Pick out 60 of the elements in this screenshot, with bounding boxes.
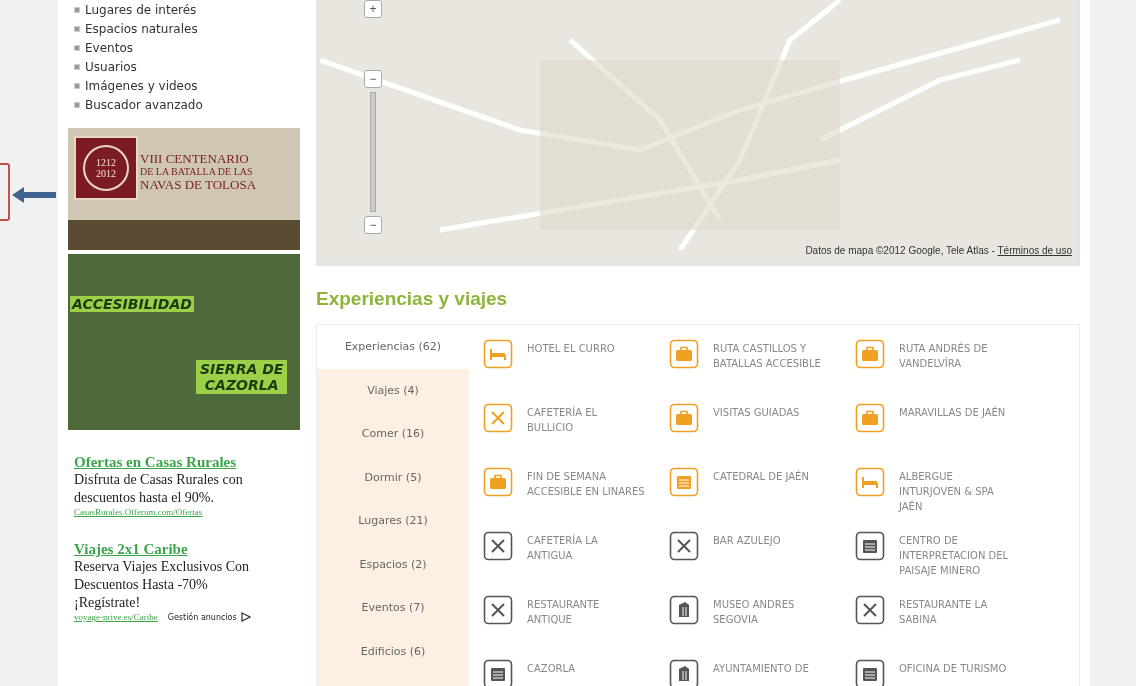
ad-choices-link[interactable]: Gestión anuncios bbox=[167, 612, 251, 622]
banner-image[interactable]: 1212 2012 VIII CENTENARIO DE LA BATALLA DE LAS NAVAS DE TOLOSA bbox=[68, 128, 300, 250]
banner-title: VIII CENTENARIO bbox=[140, 152, 250, 165]
banner-image[interactable]: ACCESIBILIDAD SIERRA DE CAZORLA bbox=[68, 254, 300, 430]
highlight-marker bbox=[0, 163, 10, 221]
zoom-in-button[interactable]: + bbox=[364, 0, 382, 18]
menu-link[interactable]: Imágenes y videos bbox=[85, 78, 198, 93]
section-heading: Experiencias y viajes bbox=[316, 288, 509, 310]
ad-title-link[interactable]: Ofertas en Casas Rurales bbox=[74, 454, 300, 471]
listing-link[interactable]: MUSEO ANDRES SEGOVIA bbox=[669, 595, 855, 659]
ad-text: ¡Regístrate! bbox=[74, 594, 142, 612]
left-arrow-icon bbox=[12, 187, 56, 203]
bullet-icon bbox=[74, 63, 80, 70]
listing-link[interactable]: RUTA CASTILLOS Y BATALLAS ACCESIBLE bbox=[669, 339, 855, 403]
zoom-out-button[interactable]: − bbox=[364, 216, 382, 234]
listing-link[interactable]: OFICINA DE TURISMO bbox=[855, 659, 1041, 686]
year-text: 2012 bbox=[96, 168, 116, 179]
listing-link[interactable]: MARAVILLAS DE JAÉN bbox=[855, 403, 1041, 467]
listing-link[interactable]: RUTA ANDRÉS DE VANDELVÍRA bbox=[855, 339, 1041, 403]
ad-title-link[interactable]: Viajes 2x1 Caribe bbox=[74, 541, 300, 558]
listing-link[interactable]: AYUNTAMIENTO DE bbox=[669, 659, 855, 686]
play-icon bbox=[240, 612, 251, 622]
listing-link[interactable]: CENTRO DE INTERPRETACION DEL PAISAJE MINERO bbox=[855, 531, 1041, 595]
ad-url-link[interactable]: voyage-prive.es/Caribe bbox=[74, 612, 158, 622]
listing-link[interactable]: CAFETERÍA LA ANTIGUA bbox=[483, 531, 669, 595]
banner-subtitle: NAVAS DE TOLOSA bbox=[140, 178, 257, 191]
banner-subtitle: SIERRA DE bbox=[200, 361, 284, 377]
year-text: 1212 bbox=[96, 157, 116, 168]
menu-link[interactable]: Espacios naturales bbox=[85, 21, 198, 36]
menu-link[interactable]: Eventos bbox=[85, 40, 133, 55]
listing-link[interactable]: CAFETERÍA EL BULLICIO bbox=[483, 403, 669, 467]
map-tile-placeholder[interactable]: + − − Datos de mapa ©2012 Google, Tele Atlas - Términos de uso bbox=[316, 0, 1080, 266]
bullet-icon bbox=[74, 6, 80, 13]
menu-link[interactable]: Lugares de interés bbox=[85, 2, 197, 17]
bullet-icon bbox=[74, 44, 80, 51]
listing-link[interactable]: HOTEL EL CURRO bbox=[483, 339, 669, 403]
ad-url-link[interactable]: CasasRurales.Offerum.com/Ofertas bbox=[74, 507, 203, 517]
tab[interactable]: Experiencias (62) bbox=[317, 325, 469, 369]
listing-link[interactable]: RESTAURANTE LA SABINA bbox=[855, 595, 1041, 659]
zoom-out-button[interactable]: − bbox=[364, 70, 382, 88]
menu-link[interactable]: Buscador avanzado bbox=[85, 97, 203, 112]
bullet-icon bbox=[74, 25, 80, 32]
bullet-icon bbox=[74, 101, 80, 108]
terms-link[interactable]: Términos de uso bbox=[997, 245, 1072, 256]
banner-subtitle: CAZORLA bbox=[204, 377, 279, 393]
listing-link[interactable]: CATEDRAL DE JAÉN bbox=[669, 467, 855, 531]
map-attribution: Datos de mapa ©2012 Google, Tele Atlas - bbox=[805, 245, 996, 256]
listing-link[interactable]: RESTAURANTE ANTIQUE bbox=[483, 595, 669, 659]
banner-title: ACCESIBILIDAD bbox=[70, 296, 194, 312]
listing-link[interactable]: BAR AZULEJO bbox=[669, 531, 855, 595]
listing-link[interactable]: FIN DE SEMANA ACCESIBLE EN LINARES bbox=[483, 467, 669, 531]
banner-subtitle: DE LA BATALLA DE LAS bbox=[140, 165, 254, 178]
menu-link[interactable]: Usuarios bbox=[85, 59, 137, 74]
ad-text: Reserva Viajes Exclusivos Con Descuentos Hasta -70% bbox=[74, 558, 251, 594]
listing-link[interactable]: ALBERGUE INTURJOVEN & SPA JAÉN bbox=[855, 467, 1041, 531]
zoom-slider-track[interactable] bbox=[370, 92, 376, 212]
ad-text: Disfruta de Casas Rurales con descuentos hasta el 90%. bbox=[74, 471, 244, 507]
listing-link[interactable]: VISITAS GUIADAS bbox=[669, 403, 855, 467]
listing-link[interactable]: CAZORLA bbox=[483, 659, 669, 686]
bullet-icon bbox=[74, 82, 80, 89]
